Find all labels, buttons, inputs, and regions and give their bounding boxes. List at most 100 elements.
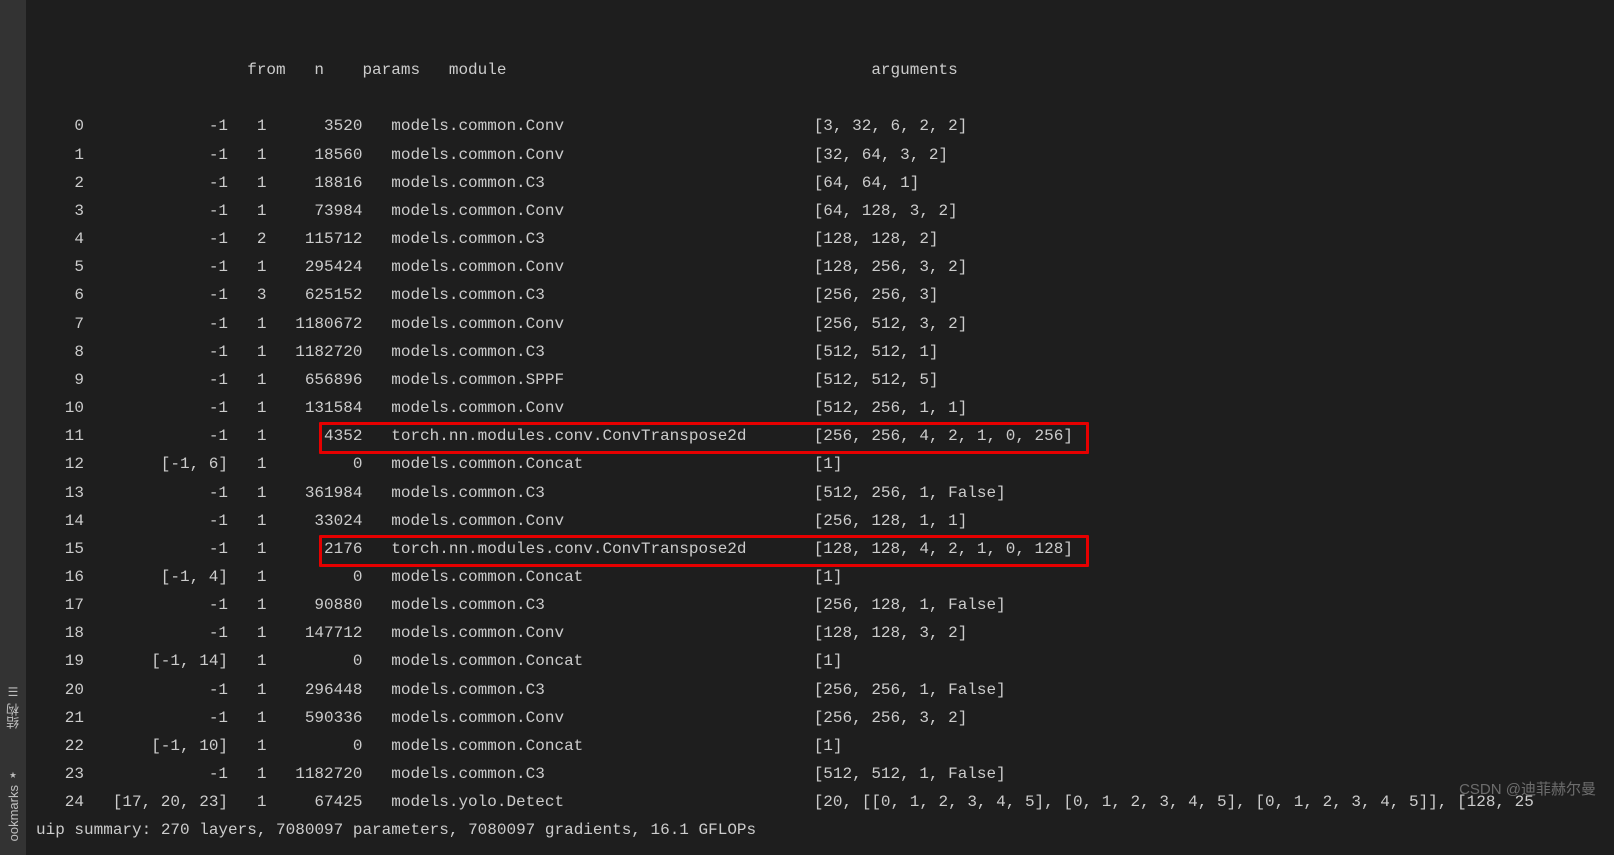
cell-args: [256, 128, 1, 1] — [814, 507, 968, 535]
cell-n: 2 — [228, 225, 266, 253]
cell-from: [17, 20, 23] — [84, 788, 228, 816]
cell-idx: 0 — [36, 112, 84, 140]
cell-idx: 2 — [36, 169, 84, 197]
cell-n: 1 — [228, 479, 266, 507]
cell-from: -1 — [84, 704, 228, 732]
cell-args: [128, 128, 2] — [814, 225, 939, 253]
app-root: ☰ 结构 ★ ookmarks fromnparamsmoduleargumen… — [0, 0, 1614, 855]
cell-module: models.common.Conv — [362, 112, 813, 140]
cell-idx: 8 — [36, 338, 84, 366]
cell-module: models.common.SPPF — [362, 366, 813, 394]
cell-params: 131584 — [266, 394, 362, 422]
cell-module: models.common.C3 — [362, 676, 813, 704]
cell-module: models.common.C3 — [362, 169, 813, 197]
cell-params: 18816 — [266, 169, 362, 197]
table-row: 11-114352torch.nn.modules.conv.ConvTrans… — [36, 422, 1614, 450]
cell-params: 2176 — [266, 535, 362, 563]
cell-from: -1 — [84, 422, 228, 450]
table-row: 7-111180672models.common.Conv[256, 512, … — [36, 310, 1614, 338]
cell-n: 1 — [228, 338, 266, 366]
cell-module: torch.nn.modules.conv.ConvTranspose2d — [362, 422, 813, 450]
table-row: 2-1118816models.common.C3[64, 64, 1] — [36, 169, 1614, 197]
cell-from: -1 — [84, 394, 228, 422]
table-row: 13-11361984models.common.C3[512, 256, 1,… — [36, 479, 1614, 507]
cell-n: 1 — [228, 422, 266, 450]
cell-n: 1 — [228, 112, 266, 140]
cell-args: [1] — [814, 647, 843, 675]
cell-from: [-1, 10] — [84, 732, 228, 760]
cell-n: 3 — [228, 281, 266, 309]
table-row: 10-11131584models.common.Conv[512, 256, … — [36, 394, 1614, 422]
cell-idx: 4 — [36, 225, 84, 253]
cell-n: 1 — [228, 535, 266, 563]
summary-line: uip summary: 270 layers, 7080097 paramet… — [36, 816, 1614, 844]
cell-module: models.common.Concat — [362, 647, 813, 675]
cell-idx: 24 — [36, 788, 84, 816]
sidebar-tool-bookmarks[interactable]: ★ ookmarks — [4, 769, 23, 841]
cell-idx: 9 — [36, 366, 84, 394]
cell-from: -1 — [84, 619, 228, 647]
cell-n: 1 — [228, 141, 266, 169]
table-row: 15-112176torch.nn.modules.conv.ConvTrans… — [36, 535, 1614, 563]
cell-n: 1 — [228, 676, 266, 704]
table-row: 3-1173984models.common.Conv[64, 128, 3, … — [36, 197, 1614, 225]
cell-args: [512, 512, 1] — [814, 338, 939, 366]
cell-args: [256, 128, 1, False] — [814, 591, 1006, 619]
table-row: 22[-1, 10]10models.common.Concat[1] — [36, 732, 1614, 760]
cell-params: 147712 — [266, 619, 362, 647]
header-module: module — [420, 56, 871, 84]
cell-n: 1 — [228, 563, 266, 591]
cell-idx: 20 — [36, 676, 84, 704]
cell-n: 1 — [228, 197, 266, 225]
cell-n: 1 — [228, 253, 266, 281]
cell-module: models.common.C3 — [362, 591, 813, 619]
terminal-output[interactable]: fromnparamsmodulearguments 0-113520model… — [26, 0, 1614, 855]
cell-from: [-1, 4] — [84, 563, 228, 591]
cell-module: models.common.Concat — [362, 450, 813, 478]
table-row: 6-13625152models.common.C3[256, 256, 3] — [36, 281, 1614, 309]
table-row: 14-1133024models.common.Conv[256, 128, 1… — [36, 507, 1614, 535]
cell-params: 625152 — [266, 281, 362, 309]
cell-args: [512, 256, 1, 1] — [814, 394, 968, 422]
cell-args: [1] — [814, 732, 843, 760]
cell-module: models.common.Conv — [362, 253, 813, 281]
cell-module: models.common.Conv — [362, 310, 813, 338]
cell-idx: 7 — [36, 310, 84, 338]
cell-args: [512, 512, 5] — [814, 366, 939, 394]
cell-params: 1180672 — [266, 310, 362, 338]
cell-n: 1 — [228, 310, 266, 338]
cell-args: [1] — [814, 450, 843, 478]
cell-idx: 6 — [36, 281, 84, 309]
cell-n: 1 — [228, 169, 266, 197]
sidebar-tool-structure[interactable]: ☰ 结构 — [4, 687, 23, 729]
table-row: 24[17, 20, 23]167425models.yolo.Detect[2… — [36, 788, 1614, 816]
table-row: 18-11147712models.common.Conv[128, 128, … — [36, 619, 1614, 647]
cell-params: 33024 — [266, 507, 362, 535]
cell-from: -1 — [84, 676, 228, 704]
cell-params: 4352 — [266, 422, 362, 450]
table-row: 12[-1, 6]10models.common.Concat[1] — [36, 450, 1614, 478]
cell-args: [128, 128, 3, 2] — [814, 619, 968, 647]
cell-module: models.common.C3 — [362, 479, 813, 507]
cell-module: models.common.C3 — [362, 225, 813, 253]
cell-from: -1 — [84, 507, 228, 535]
cell-args: [64, 64, 1] — [814, 169, 920, 197]
cell-idx: 22 — [36, 732, 84, 760]
table-row: 4-12115712models.common.C3[128, 128, 2] — [36, 225, 1614, 253]
cell-args: [256, 256, 1, False] — [814, 676, 1006, 704]
cell-args: [64, 128, 3, 2] — [814, 197, 958, 225]
cell-args: [256, 256, 4, 2, 1, 0, 256] — [814, 422, 1073, 450]
cell-params: 0 — [266, 450, 362, 478]
structure-icon: ☰ — [8, 687, 19, 699]
bookmark-icon: ★ — [9, 769, 16, 781]
cell-from: [-1, 14] — [84, 647, 228, 675]
cell-from: -1 — [84, 225, 228, 253]
cell-args: [256, 256, 3] — [814, 281, 939, 309]
cell-params: 295424 — [266, 253, 362, 281]
cell-idx: 11 — [36, 422, 84, 450]
cell-module: models.common.Conv — [362, 704, 813, 732]
header-n: n — [286, 56, 324, 84]
table-header-row: fromnparamsmodulearguments — [36, 28, 1614, 112]
cell-module: models.common.Conv — [362, 507, 813, 535]
cell-module: models.common.C3 — [362, 281, 813, 309]
